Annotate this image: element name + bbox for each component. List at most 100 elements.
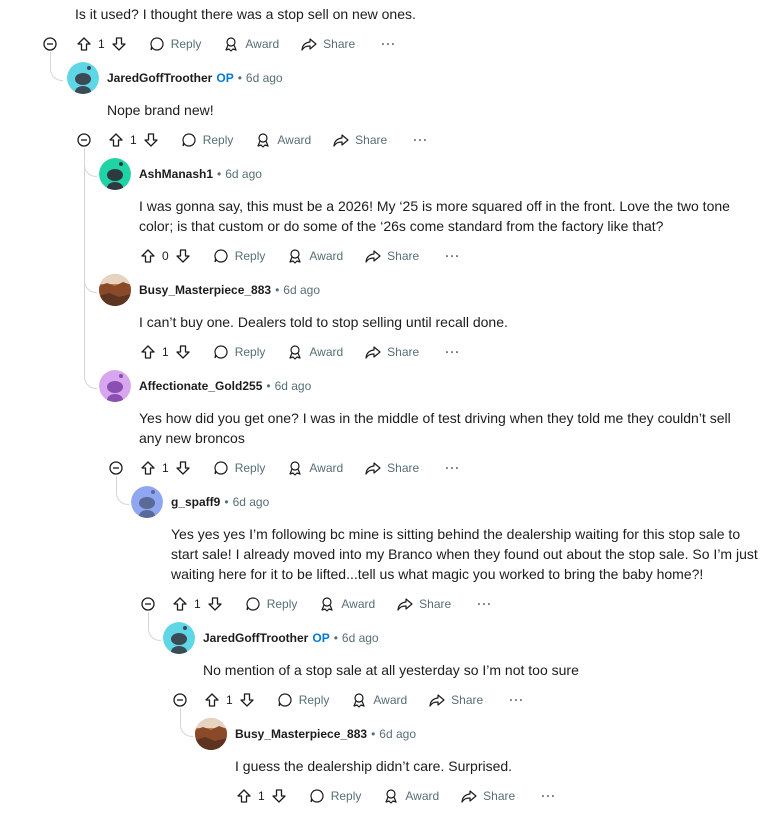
timestamp[interactable]: 6d ago xyxy=(225,167,262,181)
share-icon xyxy=(301,38,317,51)
username[interactable]: g_spaff9 xyxy=(171,495,220,509)
thread-line xyxy=(180,708,181,722)
timestamp[interactable]: 6d ago xyxy=(283,283,320,297)
avatar[interactable] xyxy=(163,622,195,654)
downvote-icon[interactable] xyxy=(111,36,127,52)
share-button[interactable]: Share xyxy=(397,596,451,612)
thread-curve xyxy=(50,66,63,81)
reply-button[interactable]: Reply xyxy=(213,248,265,264)
upvote-icon[interactable] xyxy=(140,344,156,360)
share-button[interactable]: Share xyxy=(365,344,419,360)
share-button[interactable]: Share xyxy=(429,692,483,708)
downvote-icon[interactable] xyxy=(175,460,191,476)
downvote-icon[interactable] xyxy=(175,344,191,360)
upvote-icon[interactable] xyxy=(140,460,156,476)
more-options-icon[interactable]: ··· xyxy=(445,249,460,263)
share-button[interactable]: Share xyxy=(301,36,355,52)
upvote-icon[interactable] xyxy=(140,248,156,264)
collapse-thread-icon[interactable] xyxy=(43,37,57,51)
timestamp[interactable]: 6d ago xyxy=(342,631,379,645)
collapse-thread-icon[interactable] xyxy=(173,693,187,707)
reply-button[interactable]: Reply xyxy=(181,132,233,148)
comment-body: Yes how did you get one? I was in the mi… xyxy=(139,410,731,446)
comment-meta: g_spaff9 • 6d ago xyxy=(171,494,269,510)
reply-button[interactable]: Reply xyxy=(213,460,265,476)
share-button[interactable]: Share xyxy=(461,788,515,804)
award-button[interactable]: Award xyxy=(351,692,407,708)
avatar[interactable] xyxy=(195,718,227,750)
vote-count: 1 xyxy=(98,37,105,51)
award-button[interactable]: Award xyxy=(223,36,279,52)
award-icon xyxy=(289,461,301,476)
timestamp[interactable]: 6d ago xyxy=(246,71,283,85)
upvote-icon[interactable] xyxy=(76,36,92,52)
more-options-icon[interactable]: ··· xyxy=(477,597,492,611)
thread-curve xyxy=(148,626,161,641)
username[interactable]: AshManash1 xyxy=(139,167,213,181)
award-button[interactable]: Award xyxy=(319,596,375,612)
upvote-icon[interactable] xyxy=(204,692,220,708)
award-icon xyxy=(321,597,333,612)
reply-button[interactable]: Reply xyxy=(213,344,265,360)
downvote-icon[interactable] xyxy=(239,692,255,708)
separator-dot: • xyxy=(275,283,280,297)
comment-bubble-icon xyxy=(150,37,164,51)
avatar[interactable] xyxy=(131,486,163,518)
timestamp[interactable]: 6d ago xyxy=(233,495,270,509)
share-button[interactable]: Share xyxy=(365,248,419,264)
more-options-icon[interactable]: ··· xyxy=(509,693,524,707)
comment-meta: Busy_Masterpiece_883 • 6d ago xyxy=(139,282,320,298)
award-button[interactable]: Award xyxy=(287,248,343,264)
more-options-icon[interactable]: ··· xyxy=(541,789,556,803)
username[interactable]: Busy_Masterpiece_883 xyxy=(139,283,271,297)
vote-count: 1 xyxy=(162,461,169,475)
more-options-icon[interactable]: ··· xyxy=(445,345,460,359)
collapse-thread-icon[interactable] xyxy=(77,133,91,147)
avatar[interactable] xyxy=(99,274,131,306)
more-options-icon[interactable]: ··· xyxy=(413,133,428,147)
timestamp[interactable]: 6d ago xyxy=(275,379,312,393)
award-button[interactable]: Award xyxy=(255,132,311,148)
thread-line xyxy=(116,476,117,490)
downvote-icon[interactable] xyxy=(175,248,191,264)
username[interactable]: Busy_Masterpiece_883 xyxy=(235,727,367,741)
more-options-icon[interactable]: ··· xyxy=(445,461,460,475)
award-button[interactable]: Award xyxy=(383,788,439,804)
share-icon xyxy=(429,694,445,707)
share-button[interactable]: Share xyxy=(333,132,387,148)
collapse-thread-icon[interactable] xyxy=(109,461,123,475)
award-button[interactable]: Award xyxy=(287,460,343,476)
award-button[interactable]: Award xyxy=(287,344,343,360)
comment-meta: Busy_Masterpiece_883 • 6d ago xyxy=(235,726,416,742)
avatar[interactable] xyxy=(99,158,131,190)
separator-dot: • xyxy=(237,71,242,85)
reply-button[interactable]: Reply xyxy=(309,788,361,804)
upvote-icon[interactable] xyxy=(172,596,188,612)
avatar[interactable] xyxy=(99,370,131,402)
upvote-icon[interactable] xyxy=(108,132,124,148)
comment-body: I was gonna say, this must be a 2026! My… xyxy=(139,198,730,234)
reply-button[interactable]: Reply xyxy=(277,692,329,708)
award-icon xyxy=(353,693,365,708)
username[interactable]: Affectionate_Gold255 xyxy=(139,379,262,393)
reply-button[interactable]: Reply xyxy=(149,36,201,52)
separator-dot: • xyxy=(333,631,338,645)
username[interactable]: JaredGoffTroother xyxy=(107,71,212,85)
timestamp[interactable]: 6d ago xyxy=(379,727,416,741)
reply-button[interactable]: Reply xyxy=(245,596,297,612)
more-options-icon[interactable]: ··· xyxy=(381,37,396,51)
share-icon xyxy=(365,346,381,359)
award-icon xyxy=(257,133,269,148)
downvote-icon[interactable] xyxy=(271,788,287,804)
share-button[interactable]: Share xyxy=(365,460,419,476)
upvote-icon[interactable] xyxy=(236,788,252,804)
comment-body: I guess the dealership didn’t care. Surp… xyxy=(235,758,513,774)
thread-curve xyxy=(84,374,97,389)
comment-meta: JaredGoffTroother OP • 6d ago xyxy=(203,630,379,646)
collapse-thread-icon[interactable] xyxy=(141,597,155,611)
username[interactable]: JaredGoffTroother xyxy=(203,631,308,645)
downvote-icon[interactable] xyxy=(207,596,223,612)
comment-body: Nope brand new! xyxy=(107,102,214,118)
avatar[interactable] xyxy=(67,62,99,94)
downvote-icon[interactable] xyxy=(143,132,159,148)
